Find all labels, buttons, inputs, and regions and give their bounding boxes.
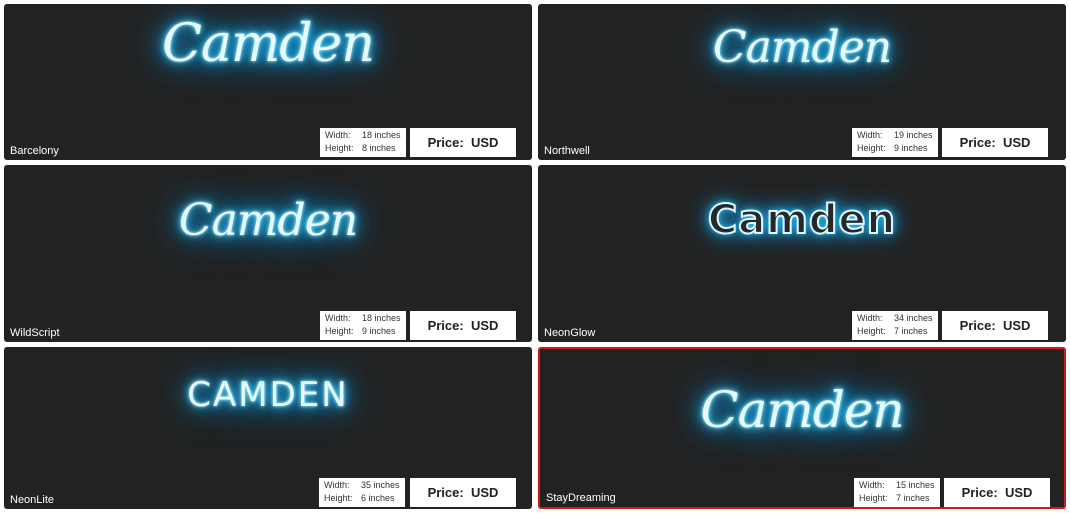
width-value: 18 inches bbox=[362, 130, 401, 140]
font-option-card-wildscript[interactable]: Camden WildScript Width: 18 inches Height… bbox=[4, 165, 532, 342]
height-value: 7 inches bbox=[896, 493, 930, 503]
neon-preview-text: Camden bbox=[178, 195, 358, 246]
height-label: Height: bbox=[857, 143, 886, 153]
height-value: 7 inches bbox=[894, 326, 928, 336]
font-name-label: StayDreaming bbox=[546, 492, 616, 504]
height-label: Height: bbox=[325, 143, 354, 153]
price-label: Price: bbox=[959, 318, 996, 333]
width-label: Width: bbox=[325, 130, 351, 140]
neon-preview-text: Camden bbox=[700, 381, 904, 439]
price-box: Price: USD 300 bbox=[410, 128, 516, 157]
width-label: Width: bbox=[859, 480, 885, 490]
font-option-card-barcelony[interactable]: Camden Barcelony Width: 18 inches Height:… bbox=[4, 4, 532, 160]
price-box: Price: USD 310 bbox=[410, 311, 516, 340]
width-value: 15 inches bbox=[896, 480, 935, 490]
dimensions-box: Width: 19 inches Height: 9 inches bbox=[852, 128, 938, 157]
width-value: 34 inches bbox=[894, 313, 933, 323]
dimensions-box: Width: 15 inches Height: 7 inches bbox=[854, 478, 940, 507]
width-label: Width: bbox=[857, 313, 883, 323]
dimensions-box: Width: 35 inches Height: 6 inches bbox=[319, 478, 405, 507]
height-value: 6 inches bbox=[361, 493, 395, 503]
height-label: Height: bbox=[325, 326, 354, 336]
font-name-label: Northwell bbox=[544, 145, 590, 157]
font-name-label: Barcelony bbox=[10, 145, 59, 157]
price-box: Price: USD 320 bbox=[942, 128, 1048, 157]
price-label: Price: bbox=[427, 135, 464, 150]
price-box: Price: USD 370 bbox=[410, 478, 516, 507]
price-box: Price: USD 250 bbox=[944, 478, 1050, 507]
font-name-label: NeonLite bbox=[10, 494, 55, 506]
font-option-card-neonlite[interactable]: CAMDEN NeonLite Width: 35 inches Height: 6… bbox=[4, 347, 532, 509]
width-label: Width: bbox=[325, 313, 351, 323]
neon-preview-text: CAMDEN bbox=[187, 375, 349, 415]
font-option-card-northwell[interactable]: Camden Northwell Width: 19 inches Height:… bbox=[538, 4, 1066, 160]
neon-preview-text: Camden bbox=[712, 22, 892, 73]
width-label: Width: bbox=[857, 130, 883, 140]
price-label: Price: bbox=[959, 135, 996, 150]
font-name-label: NeonGlow bbox=[544, 327, 596, 339]
price-label: Price: bbox=[961, 485, 998, 500]
font-name-label: WildScript bbox=[10, 327, 60, 339]
dimensions-box: Width: 18 inches Height: 9 inches bbox=[320, 311, 406, 340]
neon-preview-text: Camden bbox=[707, 196, 897, 244]
width-value: 18 inches bbox=[362, 313, 401, 323]
height-value: 9 inches bbox=[362, 326, 396, 336]
font-option-card-staydreaming[interactable]: Camden StayDreaming Width: 15 inches Heig… bbox=[538, 347, 1066, 509]
neon-preview-text: Camden bbox=[162, 14, 375, 74]
dimensions-box: Width: 18 inches Height: 8 inches bbox=[320, 128, 406, 157]
price-box: Price: USD 610 bbox=[942, 311, 1048, 340]
price-label: Price: bbox=[427, 485, 464, 500]
height-label: Height: bbox=[859, 493, 888, 503]
font-option-card-neonglow[interactable]: Camden NeonGlow Width: 34 inches Height: 7… bbox=[538, 165, 1066, 342]
width-value: 19 inches bbox=[894, 130, 933, 140]
height-value: 9 inches bbox=[894, 143, 928, 153]
height-label: Height: bbox=[324, 493, 353, 503]
height-value: 8 inches bbox=[362, 143, 396, 153]
dimensions-box: Width: 34 inches Height: 7 inches bbox=[852, 311, 938, 340]
width-label: Width: bbox=[324, 480, 350, 490]
width-value: 35 inches bbox=[361, 480, 400, 490]
price-label: Price: bbox=[427, 318, 464, 333]
height-label: Height: bbox=[857, 326, 886, 336]
